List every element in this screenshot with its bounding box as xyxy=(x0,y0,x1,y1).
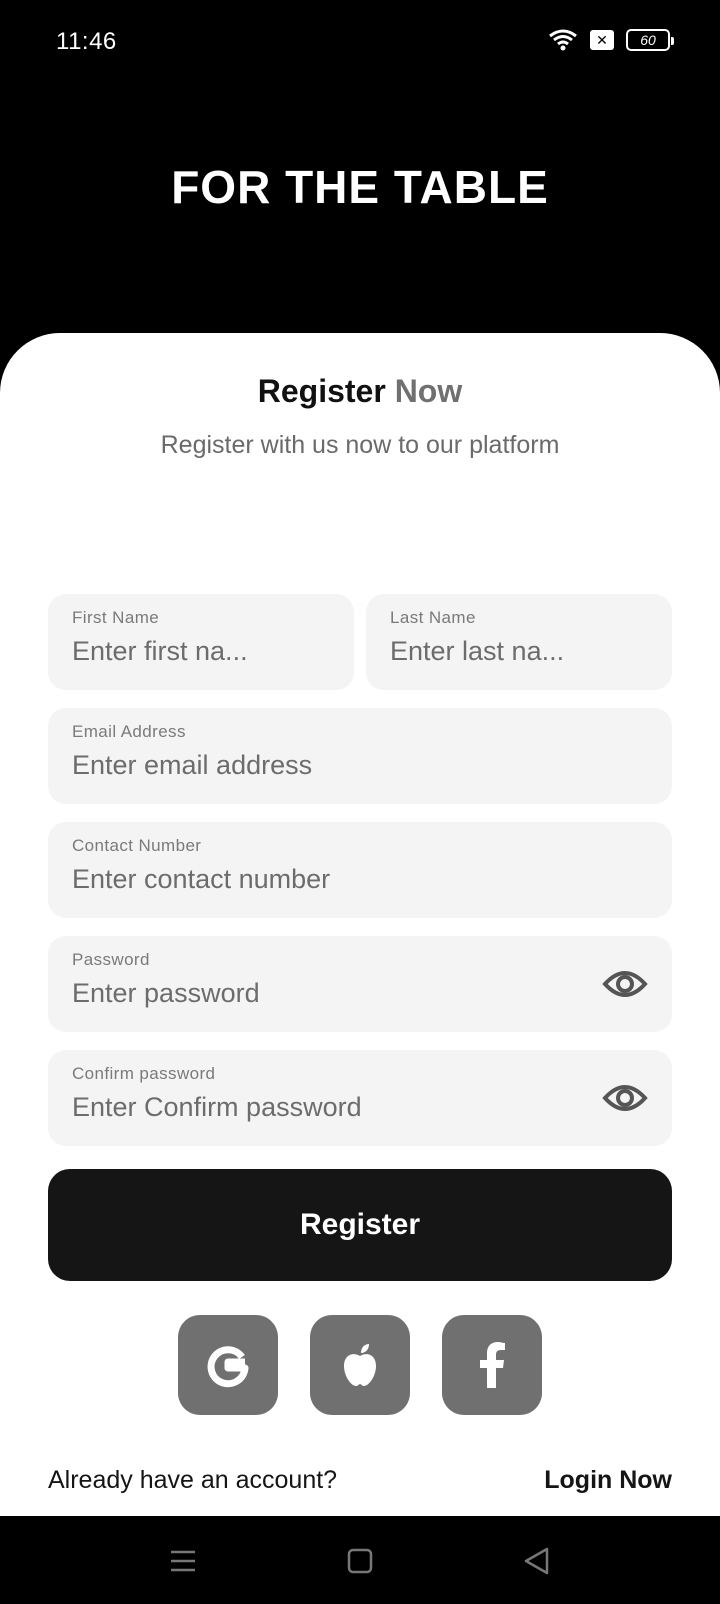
back-icon[interactable] xyxy=(520,1544,554,1578)
first-name-label: First Name xyxy=(72,608,160,627)
app-title: FOR THE TABLE xyxy=(171,161,549,213)
confirm-password-label: Confirm password xyxy=(72,1064,216,1083)
eye-icon[interactable] xyxy=(602,1080,648,1116)
home-icon[interactable] xyxy=(343,1544,377,1578)
google-login-button[interactable] xyxy=(178,1315,278,1415)
menu-icon[interactable] xyxy=(166,1544,200,1578)
register-card: Register Now Register with us now to our… xyxy=(0,333,720,1516)
password-input[interactable] xyxy=(72,978,533,1009)
apple-login-button[interactable] xyxy=(310,1315,410,1415)
title-primary: Register xyxy=(257,373,386,409)
eye-icon[interactable] xyxy=(602,966,648,1002)
login-now-link[interactable]: Login Now xyxy=(544,1466,672,1495)
last-name-field[interactable]: Last Name xyxy=(366,594,672,690)
contact-input[interactable] xyxy=(72,864,648,895)
title-accent: Now xyxy=(394,373,463,409)
status-icons: ✕ 60 xyxy=(548,28,674,52)
status-time: 11:46 xyxy=(56,28,117,55)
google-icon xyxy=(207,1346,249,1388)
password-label: Password xyxy=(72,950,150,969)
first-name-input[interactable] xyxy=(72,636,330,667)
register-button[interactable]: Register xyxy=(48,1169,672,1281)
apple-icon xyxy=(344,1344,376,1386)
email-input[interactable] xyxy=(72,750,648,781)
confirm-password-field[interactable]: Confirm password xyxy=(48,1050,672,1146)
no-sim-icon: ✕ xyxy=(590,30,614,50)
email-label: Email Address xyxy=(72,722,186,741)
contact-field[interactable]: Contact Number xyxy=(48,822,672,918)
wifi-icon xyxy=(549,29,577,51)
page-subtitle: Register with us now to our platform xyxy=(160,431,560,459)
last-name-input[interactable] xyxy=(390,636,648,667)
page-title: Register Now xyxy=(0,373,720,410)
password-field[interactable]: Password xyxy=(48,936,672,1032)
login-prompt: Already have an account? xyxy=(48,1466,338,1494)
facebook-icon xyxy=(480,1342,505,1388)
contact-label: Contact Number xyxy=(72,836,202,855)
battery-level: 60 xyxy=(640,32,656,48)
system-nav-bar xyxy=(0,1516,720,1604)
battery-icon: 60 xyxy=(626,29,674,51)
email-field[interactable]: Email Address xyxy=(48,708,672,804)
facebook-login-button[interactable] xyxy=(442,1315,542,1415)
first-name-field[interactable]: First Name xyxy=(48,594,354,690)
status-bar: 11:46 ✕ 60 xyxy=(0,0,720,84)
last-name-label: Last Name xyxy=(390,608,476,627)
confirm-password-input[interactable] xyxy=(72,1092,533,1123)
